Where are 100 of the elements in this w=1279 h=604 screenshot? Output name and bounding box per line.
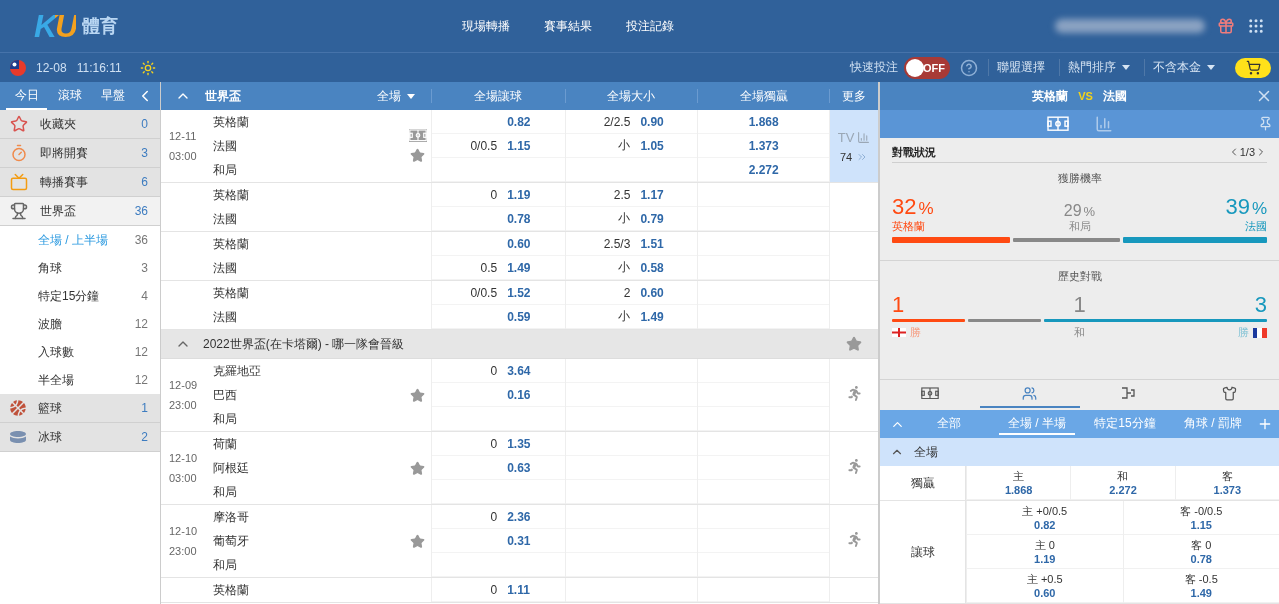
market-item[interactable]: 波膽 12 [0,310,160,338]
odds-value[interactable]: 0.79 [640,211,677,226]
sidebar-tab[interactable]: 滾球 [49,82,91,110]
sport-item[interactable]: 冰球 2 [0,423,160,452]
odds-cell[interactable]: 主 0 1.19 [966,535,1123,569]
odds-value[interactable]: 1.51 [640,236,677,251]
odds-value[interactable]: 0.82 [507,114,544,129]
odds-value: 1.373 [1213,484,1242,496]
odds-value[interactable]: 1.15 [507,138,544,153]
team-name: 阿根廷 [213,460,250,477]
sport-item[interactable]: 即將開賽 3 [0,139,160,168]
match-time: 23:00 [169,399,198,411]
star-icon[interactable] [846,336,862,352]
cart-button[interactable] [1235,57,1271,78]
pin-button[interactable] [1258,116,1273,131]
team-name: 葡萄牙 [213,533,250,550]
odds-cell[interactable]: 和 2.272 [1070,466,1175,500]
market-item[interactable]: 全場 / 上半場 36 [0,226,160,254]
odds-value[interactable]: 3.64 [507,363,544,378]
sport-label: 籃球 [38,399,63,417]
odds-cell[interactable]: 主 +0.5 0.60 [966,569,1123,603]
nav-link[interactable]: 投注記錄 [626,17,675,35]
star-icon[interactable] [410,147,425,163]
odds-value[interactable]: 1.52 [507,285,544,300]
odds-value[interactable]: 1.35 [507,436,544,451]
sport-item[interactable]: 世界盃 36 [0,197,160,226]
quick-bet-toggle[interactable]: OFF [904,56,950,79]
odds-value[interactable]: 0.31 [507,533,544,548]
market-item[interactable]: 入球數 12 [0,338,160,366]
odds-value[interactable]: 2.272 [748,162,779,177]
view-tab[interactable] [1046,116,1069,132]
odds-cell[interactable]: 客 -0/0.5 1.15 [1122,501,1279,535]
odds-value[interactable]: 0.60 [640,285,677,300]
add-icon[interactable] [1257,416,1273,432]
versus-label: VS [1078,90,1093,102]
odds-cell[interactable]: 客 1.373 [1174,466,1279,500]
sport-item[interactable]: 轉播賽事 6 [0,168,160,197]
flag-icon [10,59,26,76]
filter-menu[interactable]: 聯盟選擇 [988,59,1053,76]
period-dropdown[interactable]: 全場 [368,87,423,105]
view-tab[interactable] [1094,115,1113,133]
match-time: 23:00 [169,545,198,557]
runner-icon[interactable] [846,532,862,547]
odds-value[interactable]: 1.17 [640,187,677,202]
odds-cell[interactable]: 主 1.868 [966,466,1071,500]
column-header: 更多 [829,89,878,103]
record-label: 勝 [1238,325,1249,340]
star-icon[interactable] [410,460,425,476]
odds-value[interactable]: 0.63 [507,460,544,475]
apps-grid-icon[interactable] [1247,17,1265,35]
odds-value[interactable]: 1.19 [507,187,544,202]
flag-icon [1253,327,1267,338]
market-count: 4 [141,289,148,303]
help-icon[interactable] [960,58,978,77]
star-icon[interactable] [410,387,425,403]
odds-value[interactable]: 0.78 [507,211,544,226]
odds-value[interactable]: 0.16 [507,387,544,402]
nav-link[interactable]: 現場轉播 [462,17,511,35]
sport-item[interactable]: 籃球 1 [0,394,160,423]
odds-value[interactable]: 0.90 [640,114,677,129]
odds-value[interactable]: 2.36 [507,509,544,524]
team-name: 英格蘭 [213,285,250,302]
handicap-line: 0/0.5 [469,138,498,153]
odds-value[interactable]: 0.60 [507,236,544,251]
market-item[interactable]: 特定15分鐘 4 [0,282,160,310]
odds-cell[interactable]: 客 0 0.78 [1122,535,1279,569]
odds-value[interactable]: 1.868 [748,114,779,129]
nav-link[interactable]: 賽事結果 [544,17,593,35]
odds-value[interactable]: 1.49 [640,309,677,324]
outcome-label: 法國 [1245,219,1267,234]
home-team: 英格蘭 [1032,87,1069,105]
team-name: 英格蘭 [213,236,250,253]
odds-value[interactable]: 0.58 [640,260,677,275]
odds-value[interactable]: 1.49 [507,260,544,275]
team-name: 和局 [213,411,238,428]
odds-value[interactable]: 1.11 [507,582,544,597]
odds-value[interactable]: 0.59 [507,309,544,324]
odds-value: 0.78 [1190,553,1212,565]
sport-item[interactable]: 收藏夾 0 [0,110,160,139]
runner-icon[interactable] [846,386,862,401]
market-item[interactable]: 角球 3 [0,254,160,282]
sport-count: 2 [141,430,148,444]
sun-icon [139,59,156,76]
runner-icon[interactable] [846,459,862,474]
filter-menu[interactable]: 不含本金 [1144,59,1223,76]
match-time: 03:00 [169,150,198,162]
odds-cell[interactable]: 客 -0.5 1.49 [1122,569,1279,603]
sidebar-tab[interactable]: 早盤 [92,82,134,110]
odds-cell[interactable]: 主 +0/0.5 0.82 [966,501,1123,535]
star-icon[interactable] [410,533,425,549]
percent-value: 39 [1225,196,1250,218]
gift-icon[interactable] [1217,17,1235,35]
market-item[interactable]: 半全場 12 [0,366,160,394]
team-name: 法國 [213,211,238,228]
odds-value[interactable]: 1.05 [640,138,677,153]
sport-count: 1 [141,401,148,415]
selection-label: 主 0 [1034,538,1055,553]
odds-value[interactable]: 1.373 [748,138,779,153]
more-markets-button[interactable]: TV 74 [830,110,878,182]
filter-menu[interactable]: 熱門排序 [1059,59,1138,76]
